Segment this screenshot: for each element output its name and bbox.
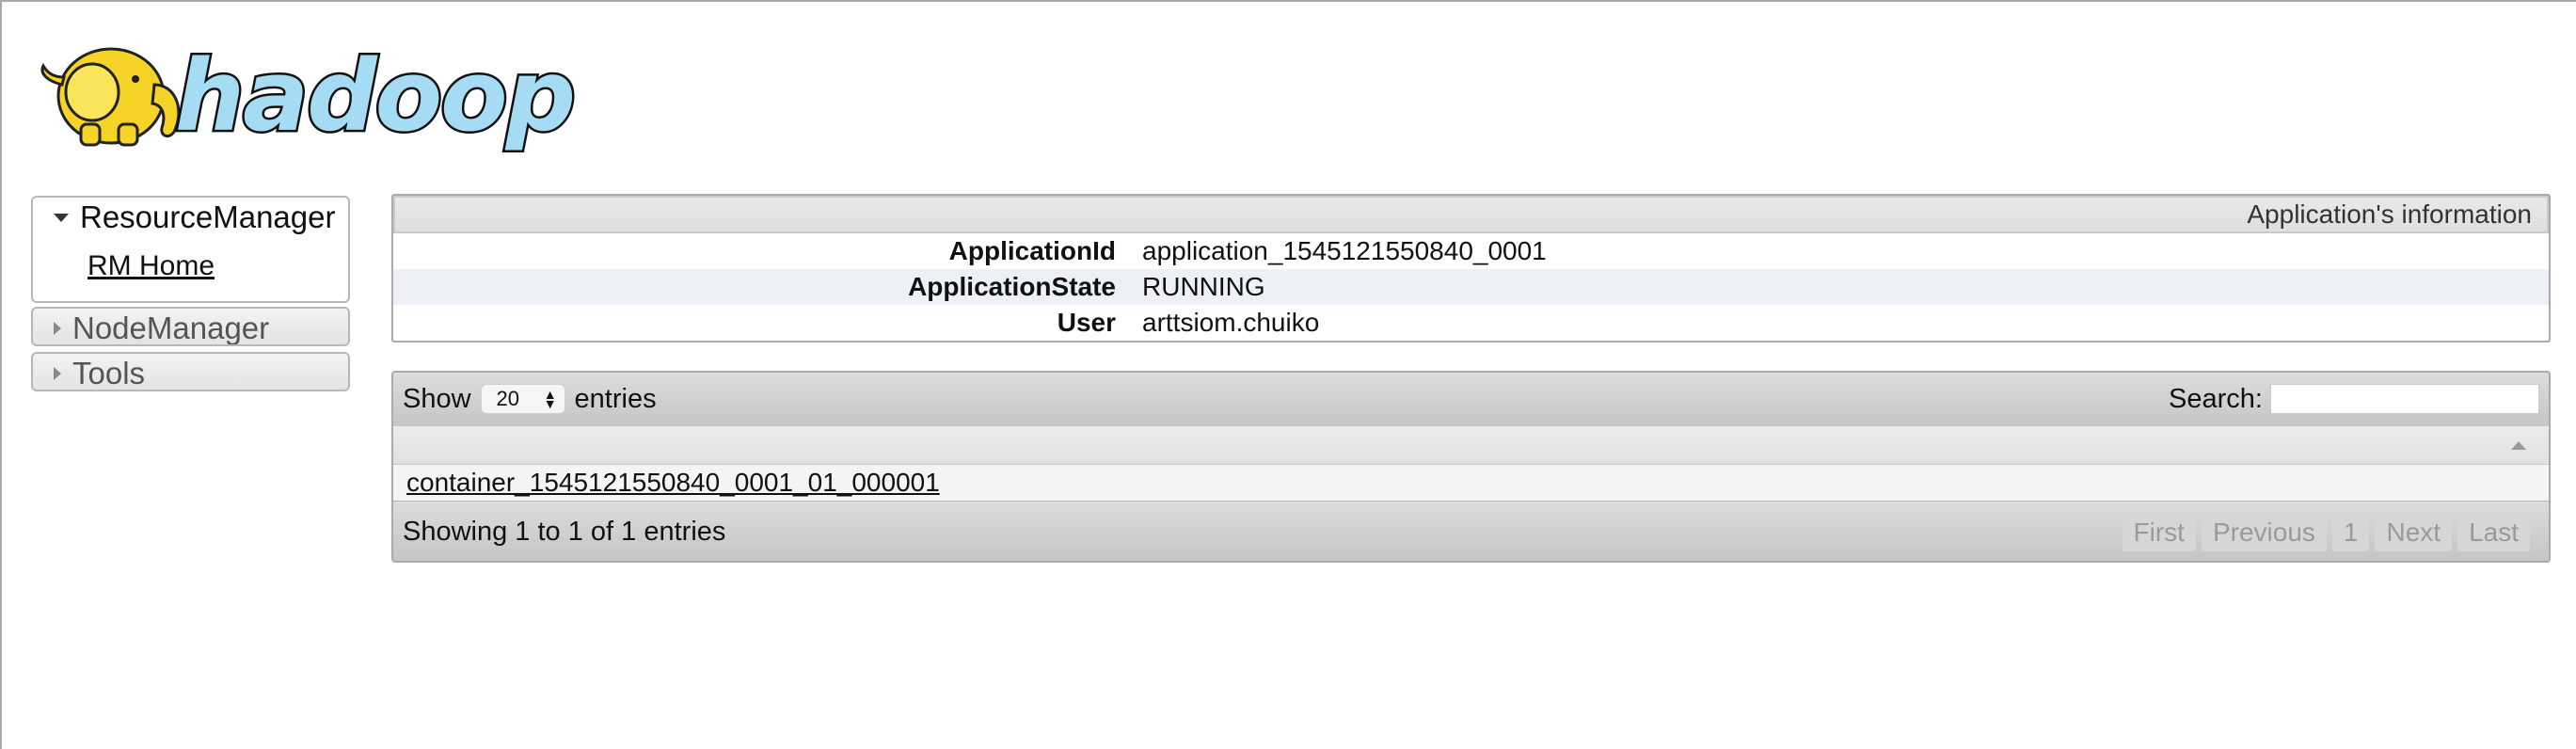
next-page-button[interactable]: Next [2375, 513, 2453, 551]
nav-link-rm-home[interactable]: RM Home [87, 250, 348, 282]
info-value: RUNNING [1142, 272, 1265, 301]
info-row-application-state: ApplicationState RUNNING [393, 269, 2549, 305]
entries-label: entries [574, 383, 657, 414]
expand-down-icon [54, 213, 69, 222]
show-label: Show [403, 383, 471, 414]
container-link[interactable]: container_1545121550840_0001_01_000001 [406, 468, 940, 498]
first-page-button[interactable]: First [2122, 513, 2196, 551]
containers-table: Show 20 ▲ ▼ entries Search: container_154… [391, 371, 2551, 563]
search-label: Search: [2169, 383, 2263, 414]
select-arrows-icon: ▲ ▼ [543, 387, 557, 411]
nav-header-label: ResourceManager [80, 199, 336, 234]
nav-section-resourcemanager: ResourceManager RM Home [31, 196, 350, 303]
pagination: First Previous 1 Next Last [2117, 513, 2530, 551]
info-key: ApplicationState [908, 272, 1116, 301]
nav-section-nodemanager[interactable]: NodeManager [31, 307, 350, 346]
nav-header-label: NodeManager [72, 311, 270, 345]
nav-header-resourcemanager[interactable]: ResourceManager [33, 198, 348, 237]
sort-ascending-icon[interactable] [2511, 441, 2526, 450]
table-row: container_1545121550840_0001_01_000001 [393, 465, 2549, 501]
table-info: Showing 1 to 1 of 1 entries [403, 517, 726, 547]
table-header[interactable] [393, 425, 2549, 465]
info-key: User [1057, 308, 1116, 337]
application-info-table: Application's information ApplicationId … [391, 194, 2551, 343]
search-input[interactable] [2270, 384, 2539, 414]
info-value: application_1545121550840_0001 [1142, 236, 1547, 265]
table-footer: Showing 1 to 1 of 1 entries First Previo… [393, 501, 2549, 561]
expand-right-icon [54, 322, 61, 335]
info-key: ApplicationId [948, 236, 1116, 265]
info-row-application-id: ApplicationId application_1545121550840_… [393, 233, 2549, 269]
entries-select[interactable]: 20 ▲ ▼ [480, 384, 565, 414]
nav-header-tools[interactable]: Tools [33, 354, 348, 390]
nav-section-tools[interactable]: Tools [31, 352, 350, 391]
page-1-button[interactable]: 1 [2331, 513, 2370, 551]
hadoop-wordmark: hadoop [175, 39, 574, 153]
nav-header-nodemanager[interactable]: NodeManager [33, 309, 348, 345]
expand-right-icon [54, 367, 61, 380]
nav-header-label: Tools [72, 356, 146, 390]
entries-select-value: 20 [496, 387, 520, 410]
hadoop-elephant-logo-icon: hadoop [40, 37, 579, 156]
info-row-user: User arttsiom.chuiko [393, 305, 2549, 341]
info-caption: Application's information [393, 196, 2549, 233]
last-page-button[interactable]: Last [2457, 513, 2530, 551]
hadoop-logo: hadoop [34, 19, 598, 156]
table-toolbar: Show 20 ▲ ▼ entries Search: [393, 373, 2549, 425]
previous-page-button[interactable]: Previous [2201, 513, 2327, 551]
info-value: arttsiom.chuiko [1142, 308, 1320, 337]
